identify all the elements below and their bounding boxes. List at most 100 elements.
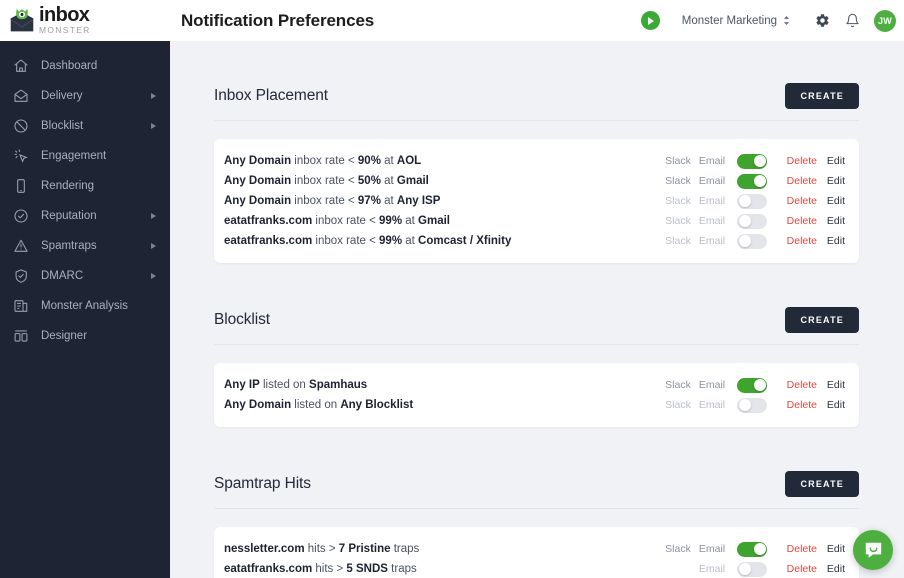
email-channel-label[interactable]: Email <box>695 563 729 575</box>
rule-enabled-toggle[interactable] <box>737 377 767 393</box>
chevron-right-icon[interactable] <box>151 243 156 249</box>
delete-button[interactable]: Delete <box>775 155 817 167</box>
sidebar-item-reputation[interactable]: Reputation <box>0 201 170 231</box>
edit-button[interactable]: Edit <box>817 399 845 411</box>
brand-name-top: inbox <box>39 4 90 27</box>
edit-button[interactable]: Edit <box>817 215 845 227</box>
edit-button[interactable]: Edit <box>817 543 845 555</box>
rule-enabled-toggle[interactable] <box>737 233 767 249</box>
bell-icon[interactable] <box>840 13 864 28</box>
edit-button[interactable]: Edit <box>817 175 845 187</box>
slack-channel-label[interactable]: Slack <box>661 175 695 187</box>
rule-row: Any IP listed on Spamhaus Slack Email Delet… <box>224 375 845 395</box>
brand-wordmark: inbox MONSTER <box>39 5 91 35</box>
sidebar-item-monster-analysis[interactable]: Monster Analysis <box>0 291 170 321</box>
avatar[interactable]: JW <box>874 9 896 32</box>
edit-button[interactable]: Edit <box>817 563 845 575</box>
edit-button[interactable]: Edit <box>817 195 845 207</box>
sections-container: Inbox Placement CREATE Any Domain inbox ra… <box>170 41 904 578</box>
envelope-icon <box>12 88 29 105</box>
brand-name-bottom: MONSTER <box>39 25 91 36</box>
edit-button[interactable]: Edit <box>817 155 845 167</box>
rule-enabled-toggle[interactable] <box>737 213 767 229</box>
rule-enabled-toggle[interactable] <box>737 541 767 557</box>
sidebar-item-rendering[interactable]: Rendering <box>0 171 170 201</box>
layout-blocks-icon <box>12 328 29 345</box>
chevron-right-icon[interactable] <box>151 123 156 129</box>
org-switcher[interactable]: Monster Marketing <box>682 15 790 27</box>
rule-enabled-toggle[interactable] <box>737 153 767 169</box>
sidebar-item-designer[interactable]: Designer <box>0 321 170 351</box>
delete-button[interactable]: Delete <box>775 235 817 247</box>
chevron-updown-icon <box>783 15 790 26</box>
rule-description: Any Domain inbox rate < 97% at Any ISP <box>224 195 441 207</box>
chevron-right-icon[interactable] <box>151 213 156 219</box>
rule-description: eatatfranks.com inbox rate < 99% at Comc… <box>224 235 512 247</box>
brand-logo[interactable]: inbox MONSTER <box>0 0 170 41</box>
slack-channel-label[interactable]: Slack <box>661 379 695 391</box>
email-channel-label[interactable]: Email <box>695 399 729 411</box>
chat-bubble-icon[interactable] <box>853 530 893 570</box>
rule-actions: Email Delete Edit <box>661 561 845 577</box>
email-channel-label[interactable]: Email <box>695 379 729 391</box>
rule-actions: Slack Email Delete Edit <box>661 173 845 189</box>
delete-button[interactable]: Delete <box>775 379 817 391</box>
shield-check-icon <box>12 268 29 285</box>
email-channel-label[interactable]: Email <box>695 543 729 555</box>
rule-enabled-toggle[interactable] <box>737 561 767 577</box>
play-icon[interactable] <box>640 11 660 30</box>
rule-actions: Slack Email Delete Edit <box>661 397 845 413</box>
page-title: Notification Preferences <box>181 10 375 30</box>
slack-channel-label[interactable]: Slack <box>661 235 695 247</box>
delete-button[interactable]: Delete <box>775 195 817 207</box>
sidebar-item-blocklist[interactable]: Blocklist <box>0 111 170 141</box>
email-channel-label[interactable]: Email <box>695 215 729 227</box>
slack-channel-label[interactable]: Slack <box>661 399 695 411</box>
slack-channel-label[interactable]: Slack <box>661 195 695 207</box>
app-root: inbox MONSTER Notification Preferences M… <box>0 0 904 578</box>
monster-envelope-icon <box>8 8 36 34</box>
rule-description: nessletter.com hits > 7 Pristine traps <box>224 543 420 555</box>
chevron-right-icon[interactable] <box>151 273 156 279</box>
email-channel-label[interactable]: Email <box>695 175 729 187</box>
delete-button[interactable]: Delete <box>775 543 817 555</box>
rule-row: eatatfranks.com inbox rate < 99% at Comc… <box>224 231 845 251</box>
sidebar-item-label: DMARC <box>41 270 84 282</box>
sidebar-item-dashboard[interactable]: Dashboard <box>0 51 170 81</box>
rule-enabled-toggle[interactable] <box>737 193 767 209</box>
sidebar-item-delivery[interactable]: Delivery <box>0 81 170 111</box>
email-channel-label[interactable]: Email <box>695 235 729 247</box>
warning-triangle-icon <box>12 238 29 255</box>
sidebar-item-spamtraps[interactable]: Spamtraps <box>0 231 170 261</box>
slack-channel-label[interactable]: Slack <box>661 215 695 227</box>
rule-actions: Slack Email Delete Edit <box>661 213 845 229</box>
email-channel-label[interactable]: Email <box>695 195 729 207</box>
rule-row: eatatfranks.com inbox rate < 99% at Gmai… <box>224 211 845 231</box>
delete-button[interactable]: Delete <box>775 399 817 411</box>
gear-icon[interactable] <box>810 13 834 28</box>
rule-actions: Slack Email Delete Edit <box>661 153 845 169</box>
delete-button[interactable]: Delete <box>775 563 817 575</box>
slack-channel-label[interactable]: Slack <box>661 543 695 555</box>
rule-actions: Slack Email Delete Edit <box>661 193 845 209</box>
section-spamtrap-hits: Spamtrap Hits CREATE nessletter.com hits >… <box>214 471 859 578</box>
section-header: Inbox Placement CREATE <box>214 83 859 121</box>
email-channel-label[interactable]: Email <box>695 155 729 167</box>
rule-enabled-toggle[interactable] <box>737 397 767 413</box>
check-circle-icon <box>12 208 29 225</box>
rule-description: eatatfranks.com hits > 5 SNDS traps <box>224 563 417 575</box>
chevron-right-icon[interactable] <box>151 93 156 99</box>
create-button[interactable]: CREATE <box>785 83 859 109</box>
rule-enabled-toggle[interactable] <box>737 173 767 189</box>
slack-channel-label[interactable]: Slack <box>661 155 695 167</box>
edit-button[interactable]: Edit <box>817 235 845 247</box>
edit-button[interactable]: Edit <box>817 379 845 391</box>
create-button[interactable]: CREATE <box>785 307 859 333</box>
delete-button[interactable]: Delete <box>775 175 817 187</box>
sidebar-item-dmarc[interactable]: DMARC <box>0 261 170 291</box>
rule-row: Any Domain inbox rate < 90% at AOL Slack E… <box>224 151 845 171</box>
sidebar-item-engagement[interactable]: Engagement <box>0 141 170 171</box>
create-button[interactable]: CREATE <box>785 471 859 497</box>
rule-row: nessletter.com hits > 7 Pristine traps Sl… <box>224 539 845 559</box>
delete-button[interactable]: Delete <box>775 215 817 227</box>
